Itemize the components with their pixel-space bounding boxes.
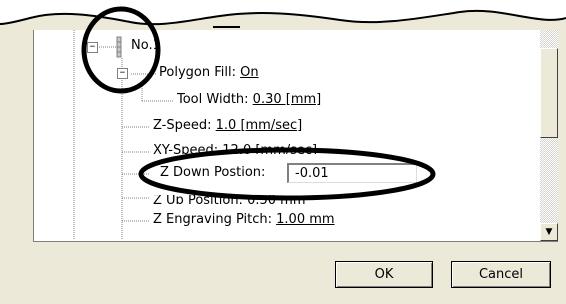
z-down-position-input[interactable]: -0.01 <box>287 163 417 183</box>
scroll-down-button[interactable]: ▼ <box>540 223 558 241</box>
polygon-fill-value[interactable]: On <box>240 65 258 80</box>
expand-collapse-polygon-fill-icon[interactable]: − <box>117 68 128 79</box>
tool-width-value[interactable]: 0.30 [mm] <box>253 92 322 107</box>
tool-width-label: Tool Width: <box>177 92 253 107</box>
z-up-value[interactable]: 0.50 mm <box>247 195 305 204</box>
cancel-button[interactable]: Cancel <box>451 261 551 288</box>
tree-node-z-down-position[interactable]: Z Down Postion: <box>160 165 265 180</box>
arrow-down-icon: ▼ <box>545 227 553 237</box>
polygon-fill-label: Polygon Fill: <box>159 65 241 80</box>
z-speed-label: Z-Speed: <box>153 118 216 133</box>
scroll-thumb[interactable] <box>540 48 558 138</box>
xy-speed-label: XY-Speed: <box>153 143 223 154</box>
tree-node-z-up-position[interactable]: Z Up Position: 0.50 mm <box>153 195 305 204</box>
tree-node-no1[interactable]: No.1 <box>131 38 161 53</box>
tree-node-xy-speed[interactable]: XY-Speed: 12.0 [mm/sec] <box>153 143 317 154</box>
xy-speed-value[interactable]: 12.0 [mm/sec] <box>222 143 317 154</box>
tree-node-label: No.1 <box>131 38 161 53</box>
tree-node-polygon-fill[interactable]: Polygon Fill: On <box>159 65 259 80</box>
z-engraving-pitch-label: Z Engraving Pitch: <box>153 212 277 227</box>
z-engraving-pitch-value[interactable]: 1.00 mm <box>276 212 334 227</box>
expand-collapse-no1-icon[interactable]: − <box>87 42 98 53</box>
z-down-label: Z Down Postion: <box>160 165 266 180</box>
z-up-label: Z Up Position: <box>153 195 248 204</box>
z-speed-value[interactable]: 1.0 [mm/sec] <box>216 118 303 133</box>
tree-node-z-engraving-pitch[interactable]: Z Engraving Pitch: 1.00 mm <box>153 212 335 227</box>
tree-view[interactable]: ▼ <box>33 30 558 242</box>
tree-node-z-speed[interactable]: Z-Speed: 1.0 [mm/sec] <box>153 118 302 133</box>
ok-button[interactable]: OK <box>335 261 433 288</box>
tree-node-tool-width[interactable]: Tool Width: 0.30 [mm] <box>177 92 321 107</box>
vertical-scrollbar[interactable]: ▼ <box>540 30 558 241</box>
z-down-value: -0.01 <box>295 166 329 181</box>
